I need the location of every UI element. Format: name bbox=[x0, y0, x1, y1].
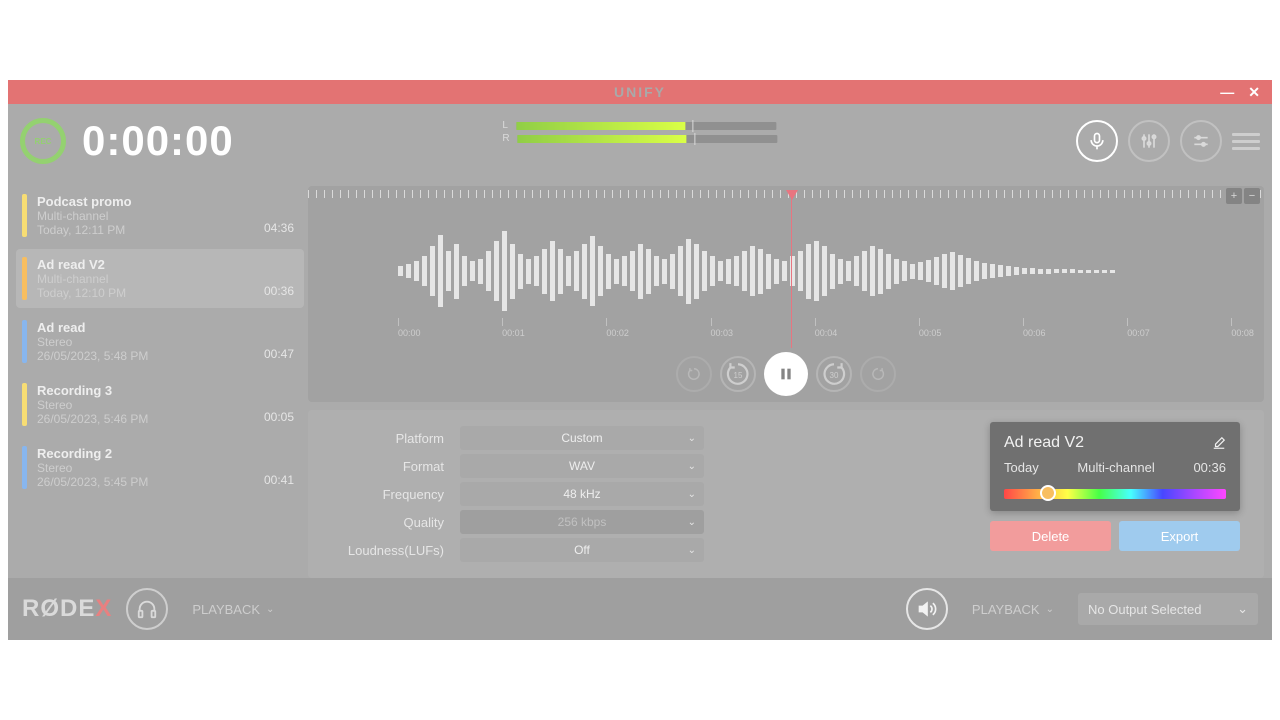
edit-name-icon[interactable] bbox=[1212, 436, 1226, 450]
timeline-marks: 00:00 00:01 00:02 00:03 00:04 00:05 00:06 00:07… bbox=[398, 318, 1254, 348]
titlebar: UNIFY — ✕ bbox=[8, 80, 1272, 104]
recording-title: Recording 2 bbox=[37, 446, 264, 461]
close-button[interactable]: ✕ bbox=[1244, 84, 1266, 101]
timeline-mark: 00:07 bbox=[1127, 318, 1150, 348]
recording-duration: 00:36 bbox=[264, 284, 294, 300]
timeline-mark: 00:08 bbox=[1231, 318, 1254, 348]
waveform bbox=[398, 226, 1254, 316]
mic-channels-button[interactable] bbox=[1076, 120, 1118, 162]
app-title: UNIFY bbox=[614, 84, 666, 100]
export-button[interactable]: Export bbox=[1119, 521, 1240, 551]
meter-left-label: L bbox=[502, 120, 508, 131]
timeline-mark: 00:02 bbox=[606, 318, 629, 348]
color-picker-slider[interactable] bbox=[1004, 489, 1226, 499]
recording-detail-card: Ad read V2 Today Multi-channel 00:36 bbox=[990, 422, 1240, 511]
quality-label: Quality bbox=[324, 515, 444, 530]
recording-item[interactable]: Ad read Stereo 26/05/2023, 5:48 PM 00:47 bbox=[16, 312, 304, 371]
frequency-select[interactable]: 48 kHz⌄ bbox=[460, 482, 704, 506]
recording-color-bar bbox=[22, 446, 27, 489]
recording-title: Ad read V2 bbox=[37, 257, 264, 272]
timeline-mark: 00:00 bbox=[398, 318, 421, 348]
recording-channel: Stereo bbox=[37, 398, 264, 412]
headphones-1-icon[interactable] bbox=[126, 588, 168, 630]
header: REC 0:00:00 L R bbox=[8, 104, 1272, 178]
play-pause-button[interactable] bbox=[764, 352, 808, 396]
playback-right-select[interactable]: PLAYBACK⌄ bbox=[962, 596, 1064, 623]
recording-duration: 04:36 bbox=[264, 221, 294, 237]
recording-color-bar bbox=[22, 320, 27, 363]
recording-item[interactable]: Recording 3 Stereo 26/05/2023, 5:46 PM 0… bbox=[16, 375, 304, 434]
recording-item[interactable]: Ad read V2 Multi-channel Today, 12:10 PM… bbox=[16, 249, 304, 308]
detail-date: Today bbox=[1004, 460, 1039, 475]
platform-select[interactable]: Custom⌄ bbox=[460, 426, 704, 450]
detail-duration: 00:36 bbox=[1193, 460, 1226, 475]
recording-color-bar bbox=[22, 257, 27, 300]
detail-title: Ad read V2 bbox=[1004, 434, 1084, 452]
mixer-button[interactable] bbox=[1128, 120, 1170, 162]
level-meters: L R bbox=[502, 118, 777, 146]
meter-right-label: R bbox=[502, 133, 509, 144]
meter-right bbox=[518, 135, 778, 143]
skip-forward-30-button[interactable]: 30 bbox=[816, 356, 852, 392]
recording-channel: Multi-channel bbox=[37, 272, 264, 286]
recording-channel: Stereo bbox=[37, 461, 264, 475]
recording-date: Today, 12:11 PM bbox=[37, 223, 264, 237]
timeline-mark: 00:03 bbox=[711, 318, 734, 348]
format-label: Format bbox=[324, 459, 444, 474]
jump-end-button[interactable] bbox=[860, 356, 896, 392]
format-select[interactable]: WAV⌄ bbox=[460, 454, 704, 478]
skip-back-15-button[interactable]: 15 bbox=[720, 356, 756, 392]
loudness-label: Loudness(LUFs) bbox=[324, 543, 444, 558]
timeline-mark: 00:06 bbox=[1023, 318, 1046, 348]
timeline-mark: 00:05 bbox=[919, 318, 942, 348]
color-picker-knob[interactable] bbox=[1040, 485, 1056, 501]
timer-display: 0:00:00 bbox=[82, 117, 234, 165]
recording-date: 26/05/2023, 5:45 PM bbox=[37, 475, 264, 489]
recording-title: Ad read bbox=[37, 320, 264, 335]
brand-logo: RØDEX bbox=[22, 595, 112, 623]
output-select[interactable]: No Output Selected⌄ bbox=[1078, 593, 1258, 625]
recording-date: 26/05/2023, 5:46 PM bbox=[37, 412, 264, 426]
speaker-icon[interactable] bbox=[906, 588, 948, 630]
meter-left bbox=[516, 122, 776, 130]
recording-date: Today, 12:10 PM bbox=[37, 286, 264, 300]
recording-title: Podcast promo bbox=[37, 194, 264, 209]
delete-button[interactable]: Delete bbox=[990, 521, 1111, 551]
menu-button[interactable] bbox=[1232, 129, 1260, 154]
platform-label: Platform bbox=[324, 431, 444, 446]
zoom-in-button[interactable]: + bbox=[1226, 188, 1242, 204]
recording-duration: 00:47 bbox=[264, 347, 294, 363]
recording-title: Recording 3 bbox=[37, 383, 264, 398]
record-button[interactable]: REC bbox=[20, 118, 66, 164]
recording-duration: 00:05 bbox=[264, 410, 294, 426]
timeline-mark: 00:04 bbox=[815, 318, 838, 348]
settings-sliders-button[interactable] bbox=[1180, 120, 1222, 162]
footer: RØDEX PLAYBACK⌄ PLAYBACK⌄ No Output Sele… bbox=[8, 578, 1272, 640]
recording-duration: 00:41 bbox=[264, 473, 294, 489]
recording-item[interactable]: Recording 2 Stereo 26/05/2023, 5:45 PM 0… bbox=[16, 438, 304, 497]
timeline-mark: 00:01 bbox=[502, 318, 525, 348]
recording-item[interactable]: Podcast promo Multi-channel Today, 12:11… bbox=[16, 186, 304, 245]
recording-channel: Multi-channel bbox=[37, 209, 264, 223]
jump-start-button[interactable] bbox=[676, 356, 712, 392]
quality-select: 256 kbps⌄ bbox=[460, 510, 704, 534]
frequency-label: Frequency bbox=[324, 487, 444, 502]
recordings-sidebar: Podcast promo Multi-channel Today, 12:11… bbox=[8, 178, 308, 578]
transport-controls: 15 30 bbox=[676, 352, 896, 396]
recording-channel: Stereo bbox=[37, 335, 264, 349]
recording-color-bar bbox=[22, 383, 27, 426]
minimize-button[interactable]: — bbox=[1216, 84, 1240, 101]
waveform-panel[interactable]: + − 00:0000:0100:0200:0300:0400:0500:060… bbox=[308, 186, 1264, 402]
recording-color-bar bbox=[22, 194, 27, 237]
export-panel: Platform Custom⌄ Format WAV⌄ Frequency 4… bbox=[308, 410, 1264, 578]
zoom-out-button[interactable]: − bbox=[1244, 188, 1260, 204]
loudness-select[interactable]: Off⌄ bbox=[460, 538, 704, 562]
recording-date: 26/05/2023, 5:48 PM bbox=[37, 349, 264, 363]
detail-channel: Multi-channel bbox=[1077, 460, 1154, 475]
playback-left-select[interactable]: PLAYBACK⌄ bbox=[182, 596, 284, 623]
